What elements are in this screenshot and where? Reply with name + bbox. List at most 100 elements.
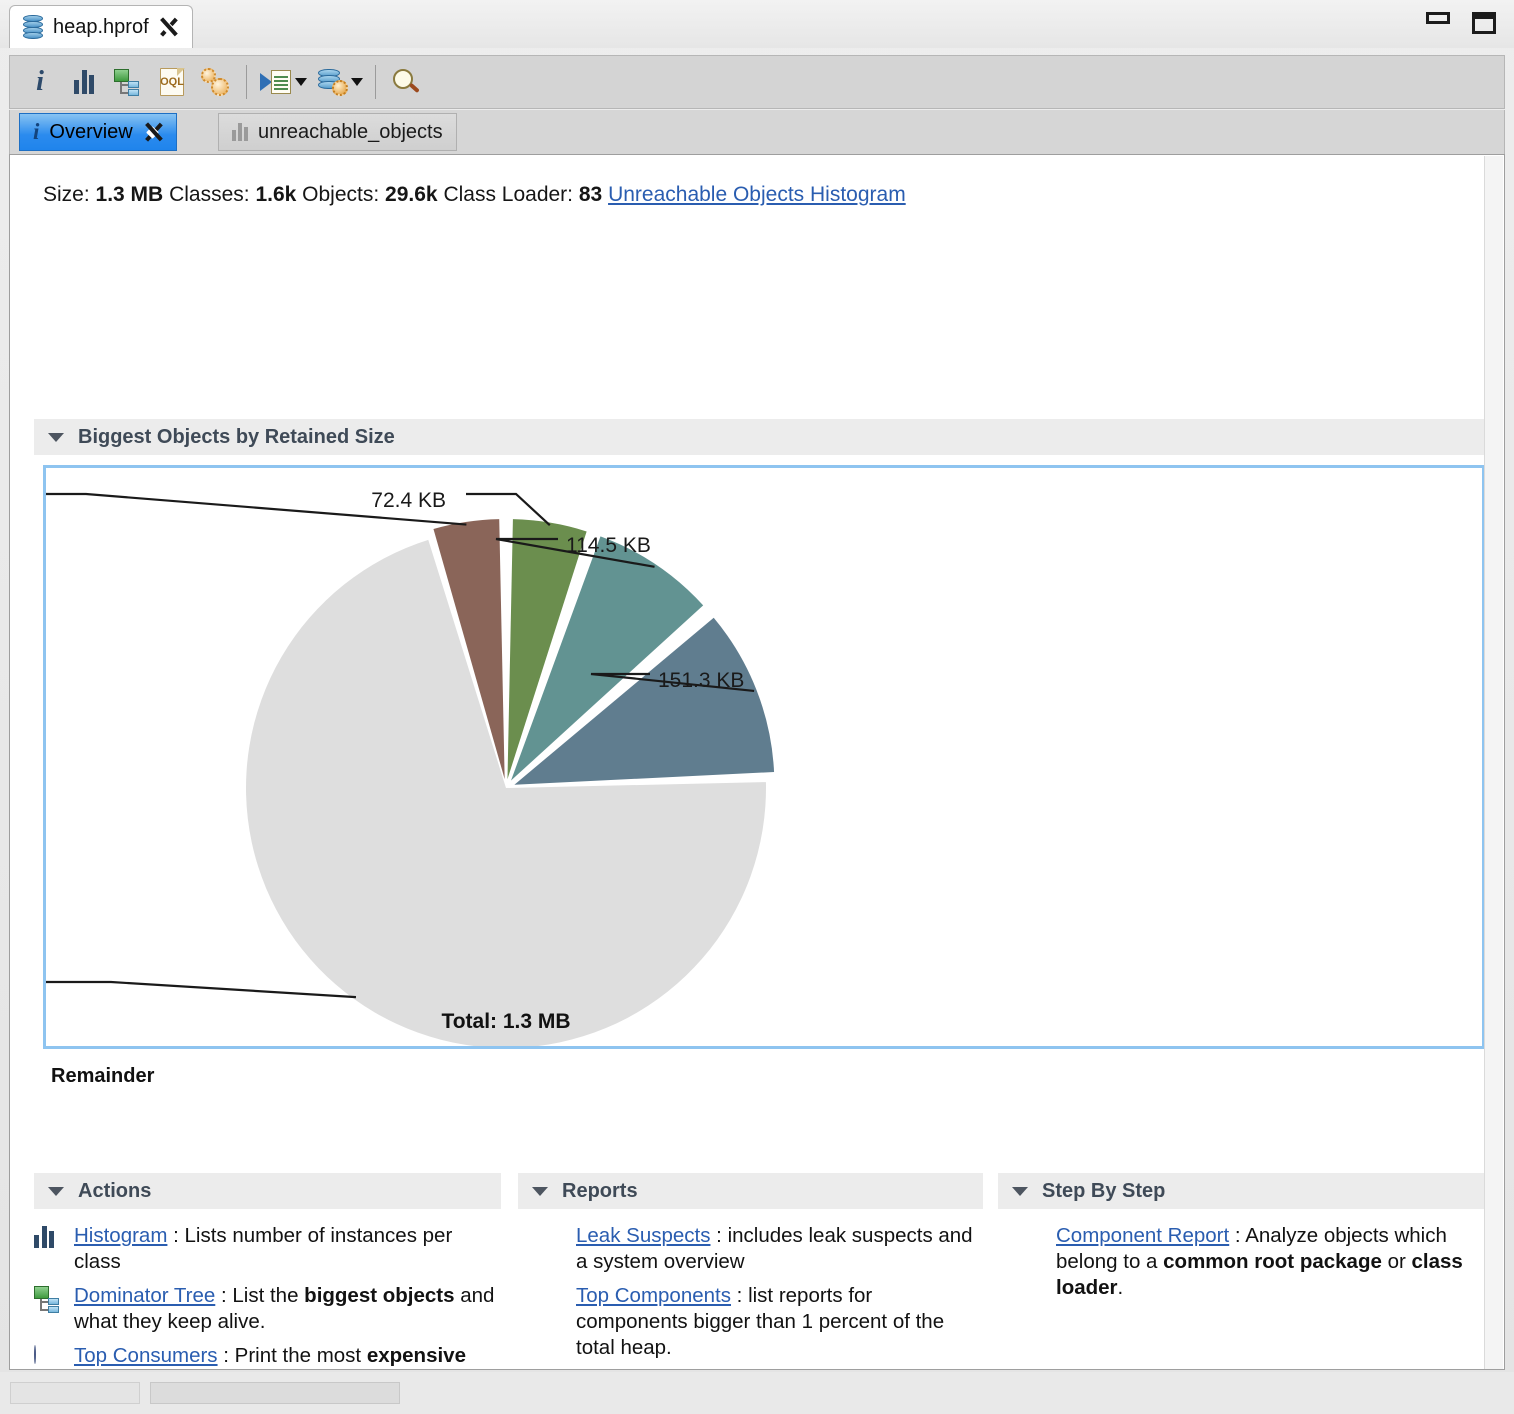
- summary-size-value: 1.3 MB: [95, 183, 164, 206]
- histogram-icon: [232, 123, 248, 141]
- toolbar-button-histogram[interactable]: [62, 60, 106, 104]
- separator: :: [710, 1224, 728, 1247]
- list-item-top-consumers[interactable]: Top Consumers : Print the most expensive…: [34, 1343, 501, 1369]
- summary-size-label: Size:: [43, 183, 90, 206]
- database-gear-icon: [318, 68, 348, 96]
- list-item-histogram[interactable]: Histogram : Lists number of instances pe…: [34, 1223, 501, 1275]
- tab-overview[interactable]: i Overview: [19, 113, 177, 151]
- chevron-down-icon[interactable]: [532, 1186, 548, 1196]
- minimize-icon[interactable]: [1426, 12, 1450, 24]
- status-bar: [0, 1372, 1514, 1414]
- description-pre: Print the most: [234, 1344, 367, 1367]
- gears-icon: [201, 68, 231, 96]
- overview-content-pane: Size: 1.3 MB Classes: 1.6k Objects: 29.6…: [9, 154, 1505, 1370]
- summary-objects-label: Objects:: [302, 183, 380, 206]
- chevron-down-icon[interactable]: [48, 1186, 64, 1196]
- description-post: .: [1117, 1276, 1124, 1299]
- close-icon[interactable]: [158, 17, 178, 37]
- section-header-actions[interactable]: Actions: [34, 1173, 501, 1209]
- separator: :: [167, 1224, 185, 1247]
- leak-suspects-link[interactable]: Leak Suspects: [576, 1224, 710, 1247]
- pie-slice-label: 151.3 KB: [658, 669, 744, 692]
- info-icon: i: [36, 66, 44, 97]
- window-controls: [1426, 12, 1496, 34]
- maximize-icon[interactable]: [1472, 12, 1496, 34]
- list-item-text: Histogram : Lists number of instances pe…: [74, 1223, 501, 1275]
- panel-reports-body: Leak Suspects : includes leak suspects a…: [518, 1209, 983, 1361]
- toolbar-separator-1: [246, 65, 247, 99]
- list-item-text: Component Report : Analyze objects which…: [1056, 1223, 1488, 1301]
- description-bold: biggest objects: [304, 1284, 455, 1307]
- toolbar-button-oql[interactable]: OQL: [150, 60, 194, 104]
- panel-step-by-step-body: Component Report : Analyze objects which…: [998, 1209, 1488, 1301]
- status-field-left: [10, 1382, 140, 1404]
- description-mid: or: [1381, 1250, 1412, 1273]
- chevron-down-icon[interactable]: [48, 432, 64, 442]
- svg-text:Total: 1.3 MB: Total: 1.3 MB: [441, 1010, 570, 1033]
- remainder-label: Remainder: [51, 1065, 155, 1087]
- toolbar-separator-2: [375, 65, 376, 99]
- list-item-dominator-tree[interactable]: Dominator Tree : List the biggest object…: [34, 1283, 501, 1335]
- section-header-step-by-step[interactable]: Step By Step: [998, 1173, 1488, 1209]
- list-item-text: Leak Suspects : includes leak suspects a…: [576, 1223, 983, 1275]
- panel-title: Actions: [78, 1179, 152, 1202]
- toolbar-button-dominator-tree[interactable]: [106, 60, 150, 104]
- tab-unreachable-objects[interactable]: unreachable_objects: [218, 113, 457, 151]
- list-item-component-report[interactable]: Component Report : Analyze objects which…: [1056, 1223, 1488, 1301]
- close-icon[interactable]: [143, 122, 163, 142]
- description-pre: List the: [232, 1284, 305, 1307]
- vertical-scrollbar[interactable]: [1484, 156, 1503, 1369]
- section-header-biggest-objects[interactable]: Biggest Objects by Retained Size: [34, 419, 1484, 455]
- summary-objects-value: 29.6k: [385, 183, 438, 206]
- section-header-reports[interactable]: Reports: [518, 1173, 983, 1209]
- toolbar-button-calculate-retained-size[interactable]: [194, 60, 238, 104]
- toolbar-button-run-expert-system-test[interactable]: [255, 60, 299, 104]
- summary-classes-label: Classes:: [169, 183, 250, 206]
- list-item-leak-suspects[interactable]: Leak Suspects : includes leak suspects a…: [576, 1223, 983, 1275]
- file-tab-label: heap.hprof: [53, 15, 149, 38]
- application-window: heap.hprof i OQL i Overview unreachable_…: [0, 0, 1514, 1414]
- toolbar-button-heap-dump-options[interactable]: [311, 60, 355, 104]
- pie-chart-container[interactable]: 72.4 KB114.5 KB151.3 KB973.7 KB65.4 KB T…: [10, 465, 1485, 1049]
- component-report-link[interactable]: Component Report: [1056, 1224, 1229, 1247]
- main-toolbar: i OQL: [9, 55, 1505, 109]
- panel-title: Reports: [562, 1179, 638, 1202]
- chevron-down-icon[interactable]: [1012, 1186, 1028, 1196]
- file-tab-heap-hprof[interactable]: heap.hprof: [9, 5, 193, 48]
- histogram-icon: [74, 70, 94, 94]
- top-components-link[interactable]: Top Components: [576, 1284, 731, 1307]
- database-icon: [22, 15, 44, 39]
- histogram-link[interactable]: Histogram: [74, 1224, 167, 1247]
- separator: :: [730, 1284, 749, 1307]
- top-consumers-link[interactable]: Top Consumers: [74, 1344, 218, 1367]
- heap-summary-line: Size: 1.3 MB Classes: 1.6k Objects: 29.6…: [43, 183, 906, 207]
- list-item-text: Top Consumers : Print the most expensive…: [74, 1343, 501, 1369]
- tab-unreachable-objects-label: unreachable_objects: [258, 120, 443, 143]
- unreachable-objects-histogram-link[interactable]: Unreachable Objects Histogram: [608, 183, 906, 206]
- list-item-top-components[interactable]: Top Components : list reports for compon…: [576, 1283, 983, 1361]
- summary-classloader-value: 83: [578, 183, 603, 206]
- list-item-text: Top Components : list reports for compon…: [576, 1283, 983, 1361]
- separator: :: [1229, 1224, 1246, 1247]
- pie-leader-line: [46, 980, 357, 999]
- pie-slice-label: 114.5 KB: [566, 534, 651, 557]
- toolbar-button-find-object[interactable]: [384, 60, 428, 104]
- panel-actions: Actions Histogram : Lists number of inst…: [34, 1173, 501, 1369]
- editor-tab-bar: i Overview unreachable_objects: [9, 110, 1505, 154]
- toolbar-button-overview-info[interactable]: i: [18, 60, 62, 104]
- dominator-tree-icon: [114, 69, 142, 96]
- top-consumers-icon: [34, 1345, 64, 1369]
- info-icon: i: [33, 119, 40, 144]
- panel-title: Step By Step: [1042, 1179, 1166, 1202]
- dominator-tree-link[interactable]: Dominator Tree: [74, 1284, 215, 1307]
- tab-overview-label: Overview: [49, 120, 133, 143]
- separator: :: [215, 1284, 233, 1307]
- panel-reports: Reports Leak Suspects : includes leak su…: [518, 1173, 983, 1369]
- oql-icon: OQL: [160, 67, 185, 96]
- pie-slice-label: 72.4 KB: [371, 489, 446, 512]
- dominator-tree-icon: [34, 1286, 64, 1313]
- panel-step-by-step: Step By Step Component Report : Analyze …: [998, 1173, 1488, 1309]
- run-query-icon: [260, 69, 294, 95]
- summary-classloader-label: Class Loader:: [443, 183, 574, 206]
- histogram-icon: [34, 1226, 64, 1252]
